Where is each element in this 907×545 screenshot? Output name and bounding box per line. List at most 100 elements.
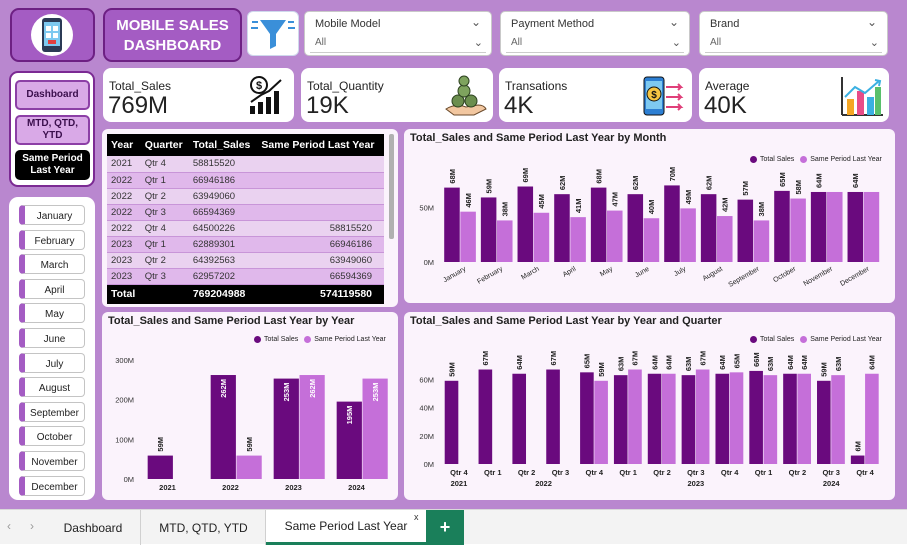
bar[interactable] [444,187,460,262]
add-page-button[interactable]: + [426,510,464,545]
month-item[interactable]: September [19,401,85,422]
plus-icon: + [439,517,451,537]
bar[interactable] [647,373,662,464]
y-tick-label: 20M [419,432,434,441]
month-item[interactable]: June [19,328,85,348]
bar[interactable] [827,191,843,262]
bar[interactable] [480,197,497,262]
bar[interactable] [613,375,628,464]
chevron-down-icon[interactable]: ⌄ [474,36,483,49]
bar[interactable] [628,369,642,464]
bar[interactable] [627,194,644,262]
x-tick-label: April [562,265,578,278]
tab-same-period-last-year[interactable]: Same Period Last Year [266,510,426,545]
table-scrollbar[interactable] [389,134,394,239]
bar[interactable] [753,220,770,262]
bar[interactable] [664,185,680,262]
bar[interactable] [497,220,513,262]
bar[interactable] [790,198,806,262]
mobile-model-slicer[interactable]: Mobile Model ⌄ All ⌄ [304,11,492,56]
bar[interactable] [831,375,845,464]
chevron-down-icon[interactable]: ⌄ [672,36,681,49]
bar[interactable] [662,373,676,464]
slicer-value[interactable]: All [705,35,882,53]
month-item[interactable]: July [19,352,85,373]
bar[interactable] [715,373,730,464]
bar[interactable] [863,191,880,262]
bar[interactable] [444,380,459,464]
bar[interactable] [546,369,560,464]
y-tick-label: 200M [115,396,134,405]
nav-dashboard-button[interactable]: Dashboard [15,80,90,110]
chevron-down-icon[interactable]: ⌄ [471,15,481,29]
bar[interactable] [717,216,733,262]
column-header[interactable]: Total_Sales [189,134,258,156]
month-item[interactable]: August [19,377,85,398]
month-item[interactable]: February [19,229,85,250]
bar[interactable] [580,372,594,464]
bar[interactable] [749,370,763,464]
bar[interactable] [774,190,790,262]
bar[interactable] [729,372,744,464]
bar[interactable] [590,187,607,262]
bar[interactable] [517,186,534,262]
slicer-value[interactable]: All [506,35,684,53]
bar[interactable] [737,199,754,262]
bar[interactable] [847,191,864,262]
data-label: 65M [732,354,741,369]
bar[interactable] [147,455,173,479]
bar[interactable] [680,208,696,262]
bar[interactable] [607,210,623,262]
bar[interactable] [865,373,879,464]
bar[interactable] [695,369,710,464]
bar[interactable] [554,194,570,262]
table-cell: 66946186 [192,174,236,186]
bar[interactable] [643,218,660,262]
month-item[interactable]: October [19,426,85,447]
chevron-down-icon[interactable]: ⌄ [867,15,877,29]
month-item[interactable]: January [19,205,85,225]
month-item[interactable]: December [19,475,85,496]
brand-slicer[interactable]: Brand ⌄ All ⌄ [699,11,888,56]
nav-same-period-button[interactable]: Same Period Last Year [15,150,90,180]
tab-scroll-right-icon[interactable]: › [30,519,34,533]
chevron-down-icon[interactable]: ⌄ [870,36,879,49]
bar[interactable] [817,380,831,464]
bar[interactable] [763,375,778,464]
close-icon[interactable]: x [414,512,419,522]
bar[interactable] [700,194,717,262]
month-item[interactable]: March [19,254,85,275]
bar[interactable] [850,455,865,464]
payment-method-slicer[interactable]: Payment Method ⌄ All ⌄ [500,11,690,56]
x-tick-label: Qtr 4 [586,468,604,477]
bar[interactable] [594,380,608,464]
column-header[interactable]: Quarter [141,134,189,156]
bar[interactable] [512,373,527,464]
bar[interactable] [681,375,696,464]
month-item[interactable]: May [19,303,85,324]
tab-mtd-qtd-ytd[interactable]: MTD, QTD, YTD [142,510,266,545]
bar[interactable] [797,373,811,464]
month-item[interactable]: April [19,278,85,299]
bar[interactable] [533,212,550,262]
slicer-label: Brand [710,18,740,30]
x-tick-label: August [702,266,724,283]
filter-icon-box[interactable] [247,11,299,56]
bar[interactable] [810,191,827,262]
nav-mtd-button[interactable]: MTD, QTD, YTD [15,115,90,145]
tab-dashboard[interactable]: Dashboard [46,510,141,545]
x-tick-label: Qtr 4 [856,468,874,477]
x-tick-label: March [520,266,540,282]
bar[interactable] [236,455,262,479]
bar[interactable] [783,373,797,464]
data-label: 57M [741,181,750,196]
chevron-down-icon[interactable]: ⌄ [669,15,679,29]
bar[interactable] [460,211,476,262]
bar[interactable] [478,369,493,464]
column-header[interactable]: Same Period Last Year [257,134,384,156]
slicer-value[interactable]: All [310,35,486,53]
month-item[interactable]: November [19,451,85,471]
tab-scroll-left-icon[interactable]: ‹ [7,519,11,533]
column-header[interactable]: Year [107,134,141,156]
bar[interactable] [570,217,586,262]
